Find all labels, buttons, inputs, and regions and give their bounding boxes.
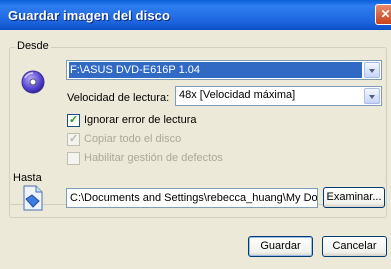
window-title: Guardar imagen del disco — [8, 8, 171, 23]
defect-management-label: Habilitar gestión de defectos — [84, 152, 223, 164]
defect-management-checkbox[interactable] — [67, 152, 80, 165]
ignore-read-error-label: Ignorar error de lectura — [84, 114, 197, 126]
save-button-label: Guardar — [260, 240, 301, 252]
ignore-read-error-checkbox[interactable]: ✓ — [67, 114, 80, 127]
defect-management-option[interactable]: Habilitar gestión de defectos — [67, 151, 267, 166]
copy-whole-disc-option[interactable]: ✓ Copiar todo el disco — [67, 132, 267, 147]
destination-group-label: Hasta — [11, 172, 44, 184]
browse-button[interactable]: Examinar... — [323, 187, 385, 208]
close-button[interactable]: ✕ — [375, 4, 391, 25]
disc-drive-icon — [21, 70, 45, 94]
ignore-read-error-option[interactable]: ✓ Ignorar error de lectura — [67, 113, 267, 128]
cancel-button[interactable]: Cancelar — [322, 236, 387, 257]
browse-button-label: Examinar... — [326, 191, 382, 203]
copy-whole-disc-label: Copiar todo el disco — [84, 133, 182, 145]
dialog-body: Desde F:\ASUS DVD-E616P 1.04 Velocidad d… — [3, 30, 391, 269]
cancel-button-label: Cancelar — [332, 240, 377, 252]
destination-group: Hasta C:\Documents and Settings\rebecca_… — [9, 172, 387, 218]
close-icon: ✕ — [380, 7, 391, 21]
read-speed-label: Velocidad de lectura: — [67, 92, 170, 104]
chevron-down-icon[interactable] — [364, 88, 380, 104]
destination-path-value: C:\Documents and Settings\rebecca_huang\… — [70, 192, 318, 204]
read-speed-value: 48x [Velocidad máxima] — [179, 89, 296, 101]
title-bar[interactable]: Guardar imagen del disco ✕ — [0, 0, 391, 30]
file-icon — [22, 185, 44, 211]
source-drive-value: F:\ASUS DVD-E616P 1.04 — [69, 62, 362, 78]
save-button[interactable]: Guardar — [248, 236, 313, 257]
source-group-label: Desde — [15, 40, 51, 52]
checkmark-icon: ✓ — [69, 133, 79, 145]
copy-whole-disc-checkbox[interactable]: ✓ — [67, 133, 80, 146]
chevron-down-icon[interactable] — [364, 62, 380, 78]
read-speed-select[interactable]: 48x [Velocidad máxima] — [175, 86, 382, 106]
source-drive-select[interactable]: F:\ASUS DVD-E616P 1.04 — [66, 60, 382, 80]
destination-path-field[interactable]: C:\Documents and Settings\rebecca_huang\… — [66, 188, 318, 208]
checkmark-icon: ✓ — [69, 114, 79, 126]
